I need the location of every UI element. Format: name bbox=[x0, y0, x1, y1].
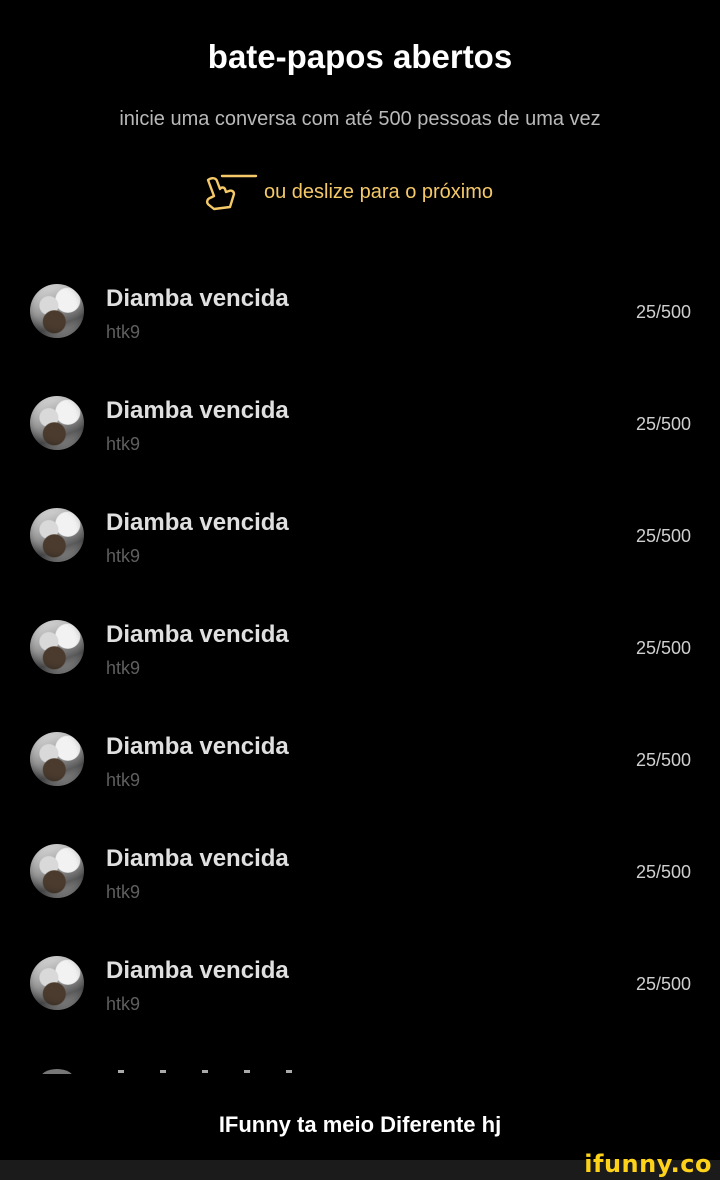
chat-handle: htk9 bbox=[106, 770, 141, 790]
chat-avatar bbox=[30, 508, 84, 562]
member-count: 25/500 bbox=[635, 414, 691, 434]
ifunny-watermark: ifunny.co bbox=[584, 1150, 712, 1178]
chat-handle: htk9 bbox=[106, 434, 141, 454]
chat-handle: htk9 bbox=[106, 882, 141, 902]
chat-name: Diamba vencida bbox=[106, 845, 289, 872]
chat-name: Diamba vencida bbox=[106, 397, 289, 424]
chat-row[interactable]: Diamba vencida htk9 25/500 bbox=[0, 504, 720, 616]
member-count: 25/500 bbox=[635, 862, 691, 882]
chat-name: Diamba vencida bbox=[106, 509, 289, 536]
chat-handle: htk9 bbox=[106, 994, 141, 1014]
swipe-hint-text: ou deslize para o próximo bbox=[264, 180, 494, 203]
chat-row[interactable]: Diamba vencida htk9 25/500 bbox=[0, 392, 720, 504]
member-count: 25/500 bbox=[635, 974, 691, 994]
chat-row[interactable]: Diamba vencida htk9 25/500 bbox=[0, 952, 720, 1064]
page-title: bate-papos abertos bbox=[207, 38, 513, 75]
chat-handle: htk9 bbox=[106, 658, 141, 678]
chat-avatar bbox=[30, 284, 84, 338]
member-count: 25/500 bbox=[635, 750, 691, 770]
page-subtitle: inicie uma conversa com até 500 pessoas … bbox=[119, 108, 601, 130]
chat-name: Diamba vencida bbox=[106, 285, 289, 312]
chat-avatar bbox=[30, 620, 84, 674]
member-count: 25/500 bbox=[635, 526, 691, 546]
chat-name: Diamba vencida bbox=[106, 621, 289, 648]
chat-row[interactable]: Diamba vencida htk9 25/500 bbox=[0, 616, 720, 728]
chat-name: Diamba vencida bbox=[106, 733, 289, 760]
chat-row[interactable]: Diamba vencida htk9 25/500 bbox=[0, 840, 720, 952]
partial-avatar bbox=[40, 1069, 74, 1074]
partial-text bbox=[118, 1070, 298, 1073]
member-count: 25/500 bbox=[635, 638, 691, 658]
chat-row[interactable]: Diamba vencida htk9 25/500 bbox=[0, 280, 720, 392]
swipe-hand-icon bbox=[198, 170, 258, 219]
chat-avatar bbox=[30, 844, 84, 898]
chat-row[interactable]: Diamba vencida htk9 25/500 bbox=[0, 728, 720, 840]
chat-avatar bbox=[30, 396, 84, 450]
member-count: 25/500 bbox=[635, 302, 691, 322]
chat-handle: htk9 bbox=[106, 546, 141, 566]
chat-list: Diamba vencida htk9 25/500 Diamba vencid… bbox=[0, 280, 720, 1064]
swipe-hint: ou deslize para o próximo bbox=[198, 172, 493, 216]
partial-chat-row bbox=[0, 1064, 720, 1074]
chat-handle: htk9 bbox=[106, 322, 141, 342]
meme-caption: IFunny ta meio Diferente hj bbox=[218, 1112, 502, 1137]
chat-avatar bbox=[30, 956, 84, 1010]
chat-name: Diamba vencida bbox=[106, 957, 289, 984]
chat-avatar bbox=[30, 732, 84, 786]
